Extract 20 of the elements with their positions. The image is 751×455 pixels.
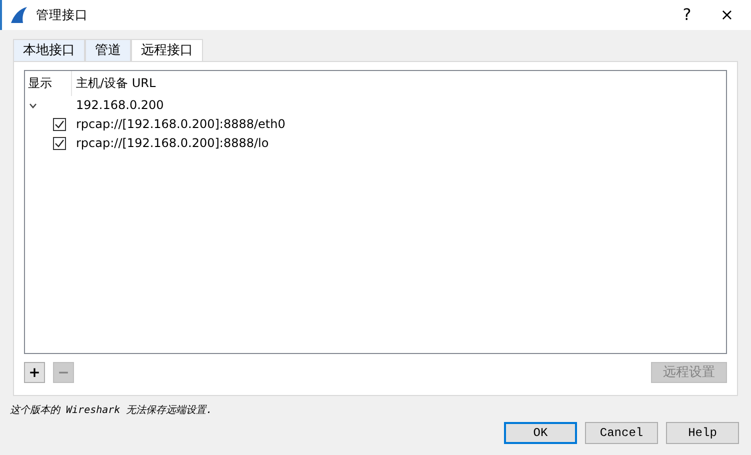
column-header[interactable]: 主机/设备 URL	[72, 71, 156, 96]
dialog-button[interactable]: Help	[666, 422, 739, 444]
tree-item[interactable]: rpcap://[192.168.0.200]:8888/lo	[76, 134, 269, 153]
checkbox[interactable]	[53, 137, 66, 150]
tree-item[interactable]: 192.168.0.200	[76, 96, 164, 115]
checkbox[interactable]	[53, 118, 66, 131]
help-button[interactable]: ?	[667, 0, 707, 30]
tree-item[interactable]: rpcap://[192.168.0.200]:8888/eth0	[76, 115, 286, 134]
window-title: 管理接口	[36, 6, 88, 24]
dialog-button[interactable]: Cancel	[585, 422, 658, 444]
dialog-button[interactable]: OK	[504, 422, 577, 444]
close-button[interactable]: ×	[707, 0, 747, 30]
fin-icon	[10, 6, 28, 24]
tab[interactable]: 管道	[85, 38, 131, 61]
status-note: 这个版本的 Wireshark 无法保存远端设置.	[10, 404, 214, 417]
column-header[interactable]: 显示	[25, 71, 72, 96]
add-button[interactable]: +	[24, 362, 45, 383]
tab[interactable]: 本地接口	[13, 38, 85, 61]
tab[interactable]: 远程接口	[131, 38, 203, 61]
chevron-down-icon[interactable]	[29, 102, 37, 110]
